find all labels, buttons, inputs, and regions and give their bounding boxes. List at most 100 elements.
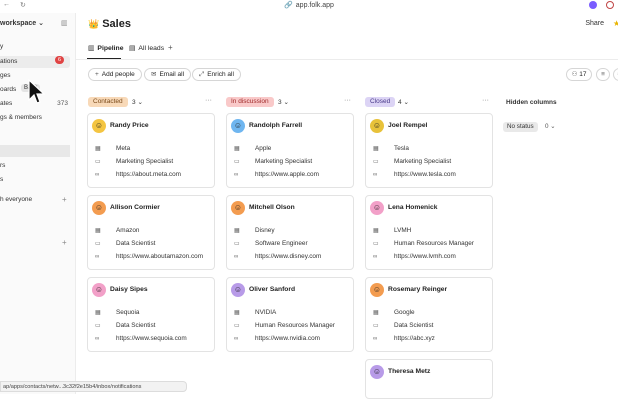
- avatar: ☺: [92, 119, 106, 133]
- contact-card[interactable]: ☺ Mitchell Olson ▦ Disney ▭ Software Engin…: [226, 195, 354, 270]
- avatar: ☺: [370, 365, 384, 379]
- building-icon: ▦: [234, 228, 240, 234]
- building-icon: ▦: [95, 146, 101, 152]
- building-icon: ▦: [373, 228, 379, 234]
- contact-card[interactable]: ☺ Lena Homenick ▦ LVMH ▭ Human Resources M…: [365, 195, 493, 270]
- avatar: ☺: [370, 283, 384, 297]
- sidebar: workspace ⌄ ▥ y ations6 ges oards Back a…: [0, 13, 76, 394]
- add-view-button[interactable]: +: [168, 43, 173, 52]
- profile-icon[interactable]: [606, 1, 614, 9]
- mail-icon: ✉: [151, 71, 157, 78]
- sidebar-item-selected[interactable]: [0, 145, 70, 157]
- status-badge: In discussion: [226, 97, 274, 107]
- column-contacted-header[interactable]: Contacted: [88, 97, 128, 108]
- link-icon: ∞: [373, 172, 378, 178]
- filter-button[interactable]: ≡: [596, 68, 610, 81]
- link-icon: ∞: [95, 172, 100, 178]
- sidebar-item-notifications[interactable]: ations 6: [0, 56, 70, 68]
- contact-card[interactable]: ☺ Randy Price ▦ Meta ▭ Marketing Specialis…: [87, 113, 215, 188]
- company-value: Amazon: [116, 227, 140, 234]
- contact-card[interactable]: ☺ Daisy Sipes ▦ Sequoia ▭ Data Scientist ∞…: [87, 277, 215, 352]
- avatar: ☺: [92, 201, 106, 215]
- contacts-count: 373: [57, 100, 68, 107]
- company-row: ▦ Meta: [95, 145, 130, 152]
- page-title: 👑 Sales: [88, 18, 131, 30]
- briefcase-icon: ▭: [373, 323, 379, 329]
- contact-name: Mitchell Olson: [249, 204, 295, 211]
- status-badge: Closed: [365, 97, 396, 107]
- notification-badge: 6: [55, 56, 64, 64]
- job-row: ▭ Human Resources Manager: [373, 240, 474, 247]
- filter-icon: ≡: [601, 71, 605, 78]
- page-title-text: Sales: [102, 18, 131, 30]
- workspace-switcher[interactable]: workspace ⌄: [0, 19, 44, 27]
- contact-card[interactable]: ☺ Allison Cormier ▦ Amazon ▭ Data Scientis…: [87, 195, 215, 270]
- sidebar-item-settings[interactable]: gs & members: [0, 114, 42, 121]
- url-value: https://about.meta.com: [116, 171, 182, 178]
- avatar: ☺: [231, 119, 245, 133]
- extension-icon[interactable]: [589, 1, 597, 9]
- settings-button[interactable]: ⚙: [613, 68, 618, 81]
- job-value: Marketing Specialist: [255, 158, 313, 165]
- button-label: Add people: [101, 71, 135, 78]
- email-all-button[interactable]: ✉ Email all: [144, 68, 192, 81]
- sidebar-item-partial-1[interactable]: y: [0, 43, 3, 50]
- avatar: ☺: [370, 201, 384, 215]
- sidebar-item-shared[interactable]: h everyone: [0, 196, 32, 203]
- add-people-button[interactable]: + Add people: [88, 68, 142, 81]
- briefcase-icon: ▭: [234, 323, 240, 329]
- url-row: ∞ https://www.aboutamazon.com: [95, 253, 203, 260]
- column-count: 3 ⌄: [278, 98, 289, 106]
- no-status-count-value: 0: [545, 123, 549, 130]
- add-group-icon[interactable]: +: [62, 195, 67, 204]
- people-icon: ⚇: [571, 71, 578, 78]
- url-value: https://www.disney.com: [255, 253, 322, 260]
- star-icon[interactable]: ★: [613, 19, 618, 28]
- people-count-button[interactable]: ⚇ 17: [566, 68, 592, 81]
- contact-card[interactable]: ☺ Rosemary Reinger ▦ Google ▭ Data Scienti…: [365, 277, 493, 352]
- job-row: ▭ Marketing Specialist: [95, 158, 173, 165]
- column-discussion-header[interactable]: In discussion: [226, 97, 274, 108]
- board-icon: ▥: [88, 45, 95, 52]
- job-value: Data Scientist: [394, 322, 434, 329]
- people-count: 17: [579, 71, 587, 78]
- button-label: Enrich all: [207, 71, 234, 78]
- tab-pipeline[interactable]: ▥ Pipeline: [88, 44, 123, 52]
- hidden-columns-label: Hidden columns: [506, 99, 557, 106]
- no-status-count[interactable]: 0 ⌄: [545, 123, 556, 130]
- contact-name: Randy Price: [110, 122, 149, 129]
- contact-card[interactable]: ☺ Joel Rempel ▦ Tesla ▭ Marketing Speciali…: [365, 113, 493, 188]
- link-icon: ∞: [373, 254, 378, 260]
- address-bar[interactable]: 🔗 app.folk.app: [0, 1, 618, 9]
- add-section-icon[interactable]: +: [62, 238, 67, 247]
- table-icon: ▤: [129, 45, 136, 52]
- sidebar-item-messages[interactable]: ges: [0, 72, 10, 79]
- sidebar-item-dashboards[interactable]: oards: [0, 86, 16, 93]
- briefcase-icon: ▭: [234, 241, 240, 247]
- company-value: Google: [394, 309, 415, 316]
- chevron-down-icon: ⌄: [283, 99, 289, 106]
- column-more-icon[interactable]: ···: [205, 97, 212, 104]
- collapse-sidebar-icon[interactable]: ▥: [61, 19, 68, 27]
- company-value: Sequoia: [116, 309, 140, 316]
- share-button[interactable]: Share: [585, 20, 604, 27]
- briefcase-icon: ▭: [95, 323, 101, 329]
- no-status-badge[interactable]: No status: [503, 122, 538, 132]
- tab-all-leads[interactable]: ▤ All leads: [129, 44, 164, 52]
- address-text: app.folk.app: [295, 2, 334, 9]
- column-closed-header[interactable]: Closed: [365, 97, 396, 108]
- contact-card[interactable]: ☺ Randolph Farrell ▦ Apple ▭ Marketing Spe…: [226, 113, 354, 188]
- url-row: ∞ https://www.tesla.com: [373, 171, 456, 178]
- column-more-icon[interactable]: ···: [482, 97, 489, 104]
- contact-name: Lena Homenick: [388, 204, 438, 211]
- contact-card[interactable]: ☺ Oliver Sanford ▦ NVIDIA ▭ Human Resource…: [226, 277, 354, 352]
- column-more-icon[interactable]: ···: [344, 97, 351, 104]
- building-icon: ▦: [234, 146, 240, 152]
- sidebar-item-partial-2[interactable]: rs: [0, 162, 5, 169]
- link-icon: ∞: [234, 172, 239, 178]
- workspace-name: workspace: [0, 20, 37, 27]
- sidebar-item-partial-3[interactable]: s: [0, 176, 3, 183]
- briefcase-icon: ▭: [95, 241, 101, 247]
- enrich-all-button[interactable]: ⤢ Enrich all: [192, 68, 241, 81]
- contact-card[interactable]: ☺ Theresa Metz: [365, 359, 493, 399]
